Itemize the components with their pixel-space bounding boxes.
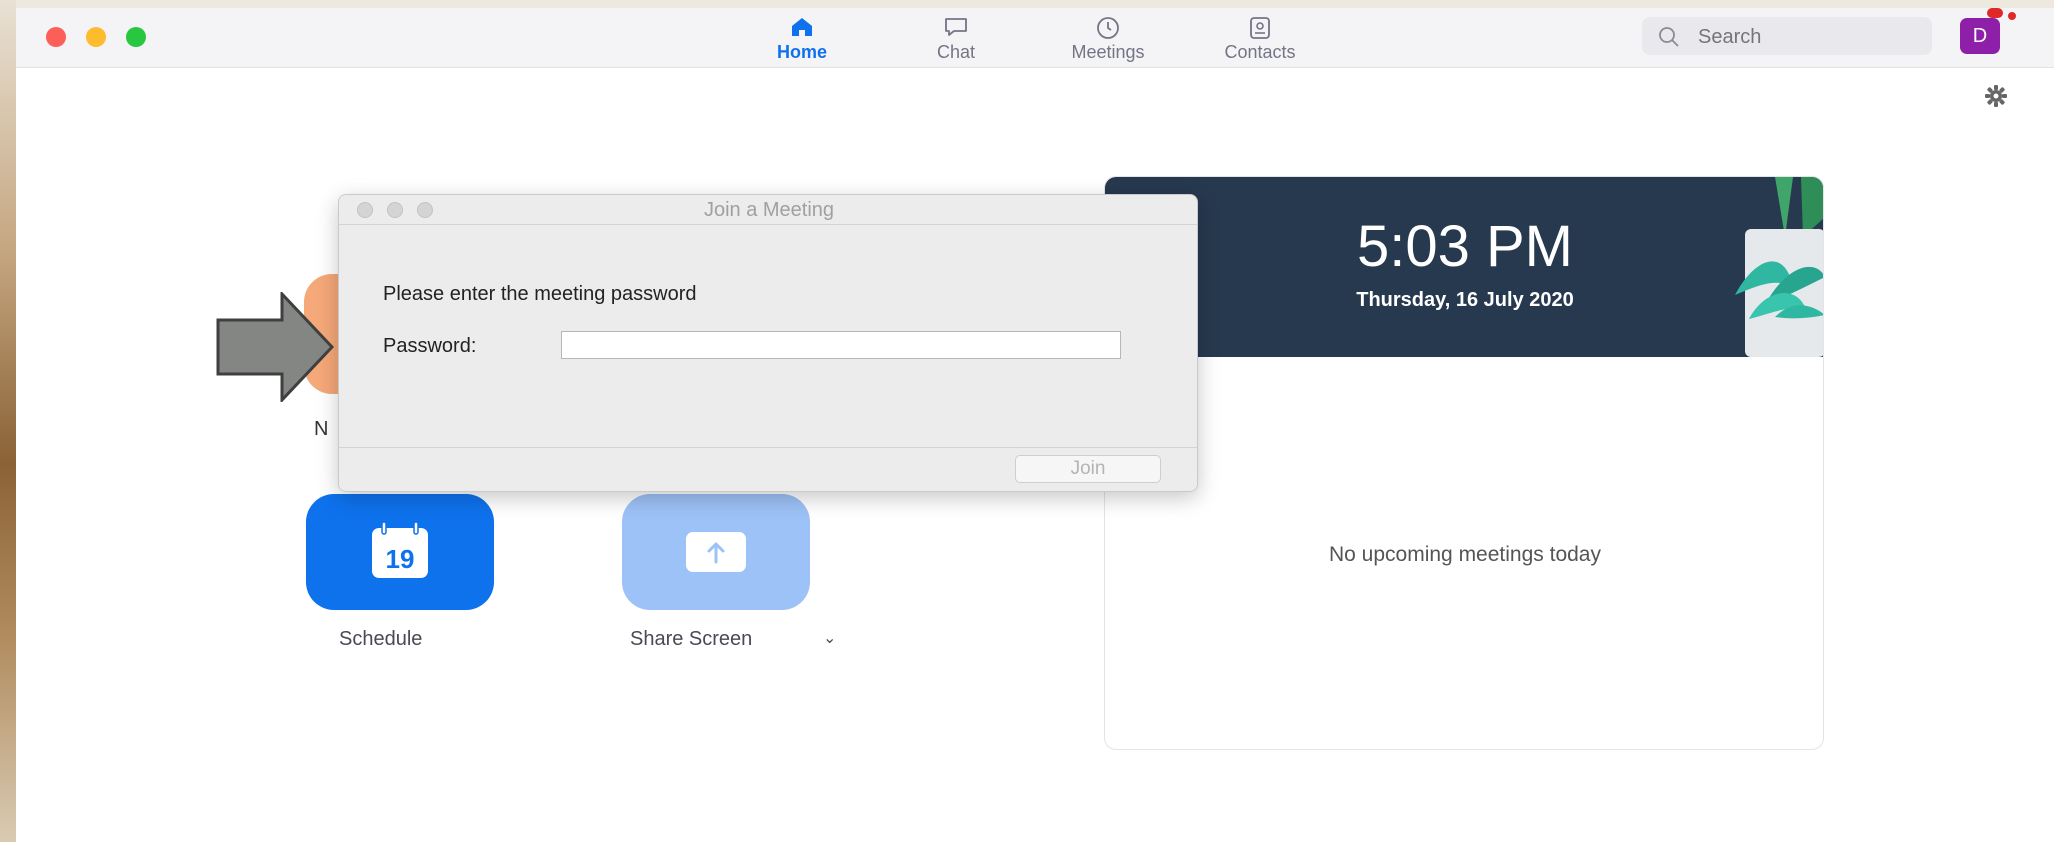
search-icon [1658, 26, 1680, 53]
schedule-button[interactable]: 19 [306, 494, 494, 610]
tab-chat-label: Chat [936, 42, 976, 62]
tab-chat[interactable]: Chat [896, 12, 1016, 66]
tab-meetings-label: Meetings [1071, 42, 1145, 62]
password-label: Password: [383, 335, 477, 357]
join-button[interactable]: Join [1015, 455, 1161, 483]
top-bar: Home Chat Meetings Contacts D [16, 8, 2054, 68]
tab-contacts-label: Contacts [1224, 42, 1296, 62]
home-icon [742, 12, 862, 42]
tab-home-label: Home [776, 42, 827, 62]
avatar[interactable]: D [1960, 18, 2000, 54]
notification-dot [2008, 12, 2016, 20]
close-window-button[interactable] [46, 27, 66, 47]
zoom-window-button[interactable] [126, 27, 146, 47]
share-options-chevron-icon[interactable]: ⌄ [823, 628, 836, 648]
minimize-window-button[interactable] [86, 27, 106, 47]
dialog-title: Join a Meeting [703, 199, 835, 221]
password-input[interactable] [561, 331, 1121, 359]
desktop-edge [0, 0, 16, 842]
share-screen-label: Share Screen [630, 628, 753, 650]
join-meeting-dialog: Join a Meeting Please enter the meeting … [338, 194, 1198, 492]
search-box[interactable] [1642, 17, 1932, 55]
dialog-footer: Join [339, 447, 1197, 491]
tab-home[interactable]: Home [742, 12, 862, 66]
meetings-card: 5:03 PM Thursday, 16 July 2020 No upcomi… [1104, 176, 1824, 750]
calendar-icon: 19 [372, 522, 428, 578]
share-screen-button[interactable] [622, 494, 810, 610]
schedule-label: Schedule [339, 628, 423, 650]
share-up-arrow-icon [686, 532, 746, 572]
gear-icon[interactable] [1984, 84, 2008, 113]
password-prompt: Please enter the meeting password [383, 283, 697, 305]
pointer-arrow-annotation [216, 292, 335, 402]
zoom-window: Home Chat Meetings Contacts D [16, 8, 2054, 842]
new-meeting-label: N [314, 418, 329, 440]
dialog-title-bar: Join a Meeting [339, 195, 1197, 225]
chat-bubble-icon [896, 12, 1016, 42]
calendar-day: 19 [386, 544, 415, 574]
clock-icon [1048, 12, 1168, 42]
tab-contacts[interactable]: Contacts [1200, 12, 1320, 66]
card-header: 5:03 PM Thursday, 16 July 2020 [1105, 177, 1823, 357]
tab-meetings[interactable]: Meetings [1048, 12, 1168, 66]
no-meetings-message: No upcoming meetings today [1329, 543, 1601, 566]
search-input[interactable] [1698, 26, 1918, 49]
contact-card-icon [1200, 12, 1320, 42]
plant-illustration [1735, 177, 1823, 357]
notification-badge [1987, 8, 2003, 18]
